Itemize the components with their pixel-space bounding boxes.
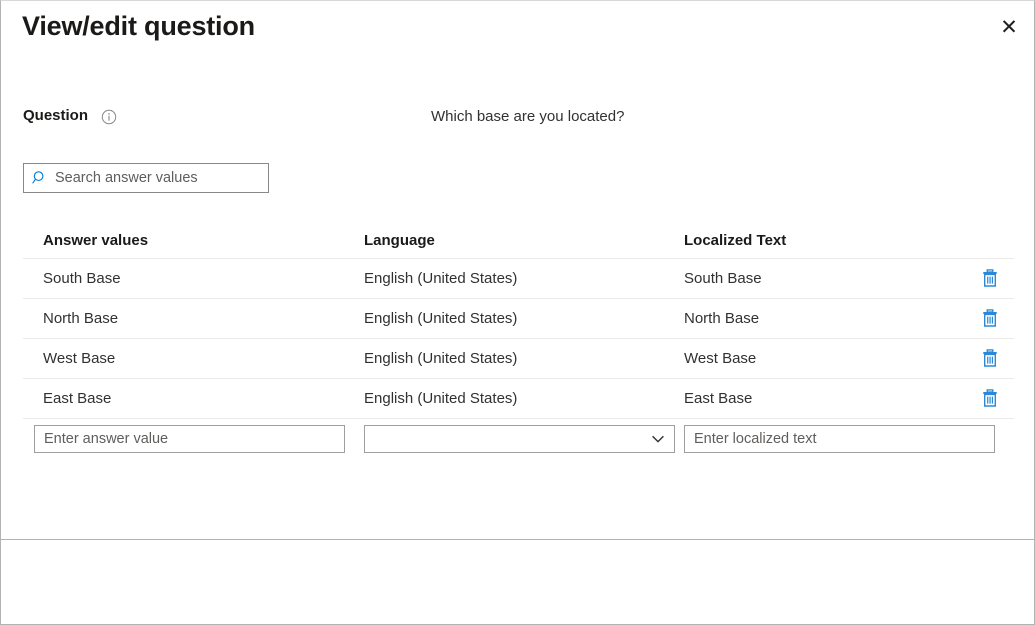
question-row: Question Which base are you located?: [1, 107, 1034, 133]
cell-actions: [972, 386, 1014, 412]
trash-icon: [981, 349, 999, 368]
column-header-answer-values: Answer values: [23, 232, 364, 249]
delete-row-button[interactable]: [978, 306, 1002, 332]
new-answer-value-row: [23, 419, 1014, 459]
search-answer-values-box[interactable]: [23, 163, 269, 193]
cell-actions: [972, 306, 1014, 332]
table-header-row: Answer values Language Localized Text: [23, 223, 1014, 259]
cell-localized-text: East Base: [684, 390, 972, 407]
dialog-header: View/edit question ✕: [1, 1, 1034, 67]
trash-icon: [981, 269, 999, 288]
cell-language: English (United States): [364, 390, 684, 407]
cell-answer-value: East Base: [23, 390, 364, 407]
info-icon[interactable]: [101, 109, 117, 125]
cell-answer-value: North Base: [23, 310, 364, 327]
cell-localized-text: West Base: [684, 350, 972, 367]
new-localized-text-input[interactable]: [684, 425, 995, 453]
delete-row-button[interactable]: [978, 386, 1002, 412]
language-select[interactable]: [364, 425, 675, 453]
answer-values-table: Answer values Language Localized Text So…: [23, 223, 1014, 459]
question-value: Which base are you located?: [431, 108, 624, 125]
table-row: East Base English (United States) East B…: [23, 379, 1014, 419]
close-icon: ✕: [1000, 17, 1018, 38]
cell-language: English (United States): [364, 310, 684, 327]
dialog-footer: Save Cancel: [1, 540, 1034, 625]
new-answer-value-cell: [23, 425, 364, 453]
cell-answer-value: South Base: [23, 270, 364, 287]
close-button[interactable]: ✕: [986, 5, 1032, 49]
search-input[interactable]: [55, 164, 260, 192]
delete-row-button[interactable]: [978, 346, 1002, 372]
cell-language: English (United States): [364, 350, 684, 367]
table-row: West Base English (United States) West B…: [23, 339, 1014, 379]
trash-icon: [981, 309, 999, 328]
column-header-localized-text: Localized Text: [684, 232, 972, 249]
search-icon: [32, 170, 48, 186]
cell-language: English (United States): [364, 270, 684, 287]
cell-localized-text: North Base: [684, 310, 972, 327]
trash-icon: [981, 389, 999, 408]
column-header-language: Language: [364, 232, 684, 249]
table-row: South Base English (United States) South…: [23, 259, 1014, 299]
cell-actions: [972, 266, 1014, 292]
new-localized-text-cell: [684, 425, 1004, 453]
delete-row-button[interactable]: [978, 266, 1002, 292]
cell-answer-value: West Base: [23, 350, 364, 367]
view-edit-question-dialog: View/edit question ✕ Question Which base…: [0, 0, 1035, 625]
page-title: View/edit question: [22, 11, 255, 42]
new-answer-value-input[interactable]: [34, 425, 345, 453]
new-language-cell: [364, 425, 684, 453]
cell-actions: [972, 346, 1014, 372]
cell-localized-text: South Base: [684, 270, 972, 287]
question-label: Question: [23, 107, 88, 124]
table-row: North Base English (United States) North…: [23, 299, 1014, 339]
